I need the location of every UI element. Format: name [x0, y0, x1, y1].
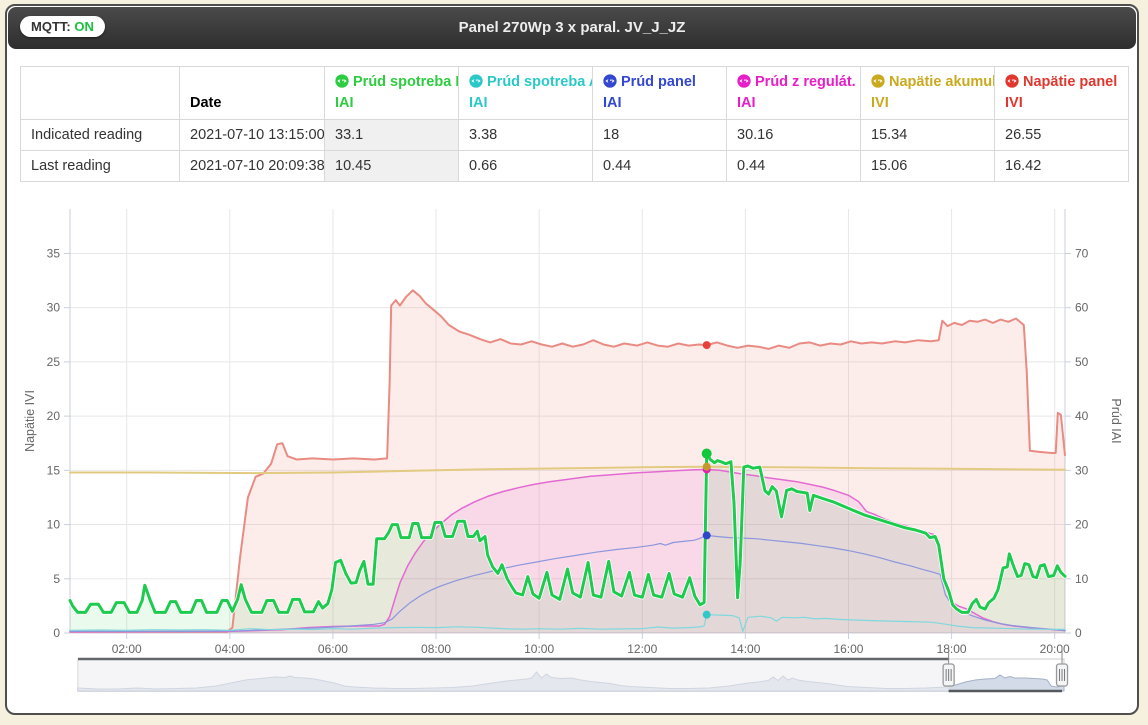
eye-icon [737, 74, 751, 88]
y-left-tick-label: 35 [47, 246, 61, 260]
series-name: Napätie panel [1023, 74, 1118, 90]
row-value: 30.16 [726, 119, 861, 152]
row-value: 15.34 [860, 119, 995, 152]
row-value: 15.06 [860, 150, 995, 183]
y-left-tick-label: 25 [47, 355, 61, 369]
series-unit: IVI [1005, 95, 1023, 112]
series-header-0[interactable]: Prúd spotreba DC IAI [324, 65, 459, 121]
series-unit: IAI [603, 95, 622, 112]
eye-icon [603, 74, 617, 88]
row-value: 3.38 [458, 119, 593, 152]
table-row: Indicated reading 2021-07-10 13:15:00 33.1… [20, 119, 1129, 152]
x-tick-label: 12:00 [627, 642, 657, 656]
y-right-tick-label: 30 [1075, 463, 1089, 477]
series-header-1[interactable]: Prúd spotreba AC IAI [458, 65, 593, 121]
series-header-2[interactable]: Prúd panel IAI [592, 65, 727, 121]
y-left-tick-label: 5 [53, 572, 60, 586]
x-tick-label: 10:00 [524, 642, 554, 656]
y-left-tick-label: 10 [47, 518, 61, 532]
y-left-tick-label: 0 [53, 626, 60, 640]
app-header: MQTT: ON Panel 270Wp 3 x paral. JV_J_JZ [8, 7, 1136, 49]
row-value: 0.44 [726, 150, 861, 183]
table-row: Last reading 2021-07-10 20:09:38 10.45 0.66… [20, 150, 1129, 183]
row-date: 2021-07-10 13:15:00 [179, 119, 325, 152]
x-tick-label: 04:00 [215, 642, 245, 656]
indicated-marker-prud-spotreba-ac[interactable] [702, 610, 711, 619]
series-unit: IVI [871, 95, 889, 112]
series-header-3[interactable]: Prúd z regulát. IAI [726, 65, 861, 121]
x-tick-label: 14:00 [730, 642, 760, 656]
series-unit: IAI [737, 95, 756, 112]
series-header-5[interactable]: Napätie panel IVI [994, 65, 1129, 121]
indicated-marker-prud-panel[interactable] [702, 531, 711, 540]
row-value: 0.44 [592, 150, 727, 183]
readings-table: Date Prúd spotreba DC IAI Prúd spotreba AC I… [20, 65, 1129, 183]
series-name: Prúd panel [621, 74, 696, 90]
navigator-mask[interactable] [78, 659, 949, 691]
eye-icon [1005, 74, 1019, 88]
y-left-tick-label: 20 [47, 409, 61, 423]
y-right-axis-title: Prúd IAI [1109, 398, 1123, 443]
eye-icon [871, 74, 885, 88]
row-value: 26.55 [994, 119, 1129, 152]
series-unit: IAI [335, 95, 354, 112]
chart-svg[interactable]: 0 5 10 15 20 25 30 35 0 10 20 30 40 50 60 70 02:00 04:00 0… [20, 196, 1132, 714]
readings-table-body: Indicated reading 2021-07-10 13:15:00 33.1… [20, 119, 1129, 183]
series-name: Prúd spotreba DC [353, 74, 458, 90]
y-left-axis-title: Napätie IVI [23, 390, 37, 452]
row-label: Indicated reading [20, 119, 180, 152]
x-tick-label: 20:00 [1040, 642, 1070, 656]
indicated-marker-napatie-akumul[interactable] [702, 462, 711, 471]
x-tick-label: 02:00 [112, 642, 142, 656]
series-name: Prúd z regulát. [755, 74, 856, 90]
row-date: 2021-07-10 20:09:38 [179, 150, 325, 183]
series-unit: IAI [469, 95, 488, 112]
indicated-marker-prud-spotreba-dc[interactable] [701, 448, 712, 459]
y-right-tick-label: 10 [1075, 572, 1089, 586]
corner-header-cell [20, 65, 180, 121]
series-header-4[interactable]: Napätie akumul. IVI [860, 65, 995, 121]
y-right-tick-label: 50 [1075, 355, 1089, 369]
chart[interactable]: 0 5 10 15 20 25 30 35 0 10 20 30 40 50 60 70 02:00 04:00 0… [20, 196, 1132, 714]
table-header-row: Date Prúd spotreba DC IAI Prúd spotreba AC I… [20, 65, 1129, 121]
x-tick-label: 18:00 [937, 642, 967, 656]
eye-icon [335, 74, 349, 88]
y-right-tick-label: 60 [1075, 301, 1089, 315]
y-left-tick-label: 15 [47, 463, 61, 477]
row-value: 10.45 [324, 150, 459, 183]
page-title: Panel 270Wp 3 x paral. JV_J_JZ [458, 19, 686, 36]
row-value: 16.42 [994, 150, 1129, 183]
x-tick-label: 16:00 [833, 642, 863, 656]
y-left-tick-label: 30 [47, 301, 61, 315]
row-value: 18 [592, 119, 727, 152]
page: MQTT: ON Panel 270Wp 3 x paral. JV_J_JZ … [0, 0, 1148, 725]
series-name: Napätie akumul. [889, 74, 995, 90]
row-label: Last reading [20, 150, 180, 183]
series-name: Prúd spotreba AC [487, 74, 592, 90]
x-tick-label: 08:00 [421, 642, 451, 656]
app-container: MQTT: ON Panel 270Wp 3 x paral. JV_J_JZ … [5, 4, 1139, 715]
y-right-tick-label: 0 [1075, 626, 1082, 640]
indicated-marker-napatie-panel[interactable] [702, 341, 711, 350]
y-right-tick-label: 20 [1075, 518, 1089, 532]
row-value: 0.66 [458, 150, 593, 183]
x-tick-label: 06:00 [318, 642, 348, 656]
date-header-cell: Date [179, 65, 325, 121]
y-right-tick-label: 70 [1075, 246, 1089, 260]
readings-table-head: Date Prúd spotreba DC IAI Prúd spotreba AC I… [20, 65, 1129, 121]
row-value: 33.1 [324, 119, 459, 152]
eye-icon [469, 74, 483, 88]
y-right-tick-label: 40 [1075, 409, 1089, 423]
